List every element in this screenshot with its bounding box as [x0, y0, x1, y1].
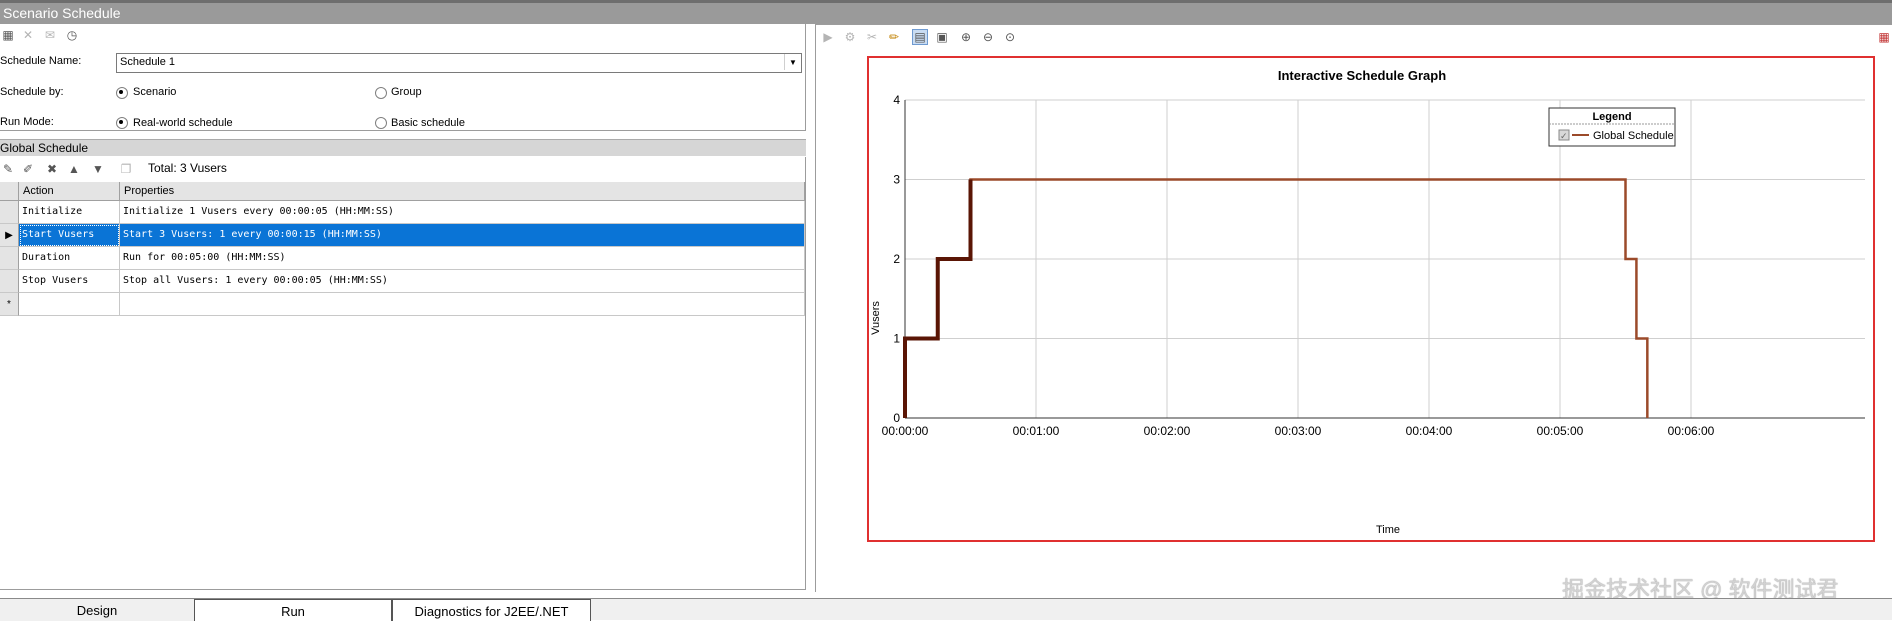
x-tick-label: 00:00:00 [882, 424, 929, 438]
y-tick-label: 4 [893, 93, 900, 107]
schedule-by-scenario-label: Scenario [133, 86, 177, 98]
tab-run[interactable]: Run [194, 599, 392, 621]
y-axis-label: Vusers [870, 301, 882, 335]
arrow-down-icon[interactable]: ▼ [90, 161, 106, 177]
tab-design[interactable]: Design [0, 599, 194, 621]
table-row[interactable]: Stop Vusers Stop all Vusers: 1 every 00:… [0, 270, 805, 293]
x-tick-label: 00:04:00 [1406, 424, 1453, 438]
tab-strip: Design Run Diagnostics for J2EE/.NET [0, 598, 1892, 621]
run-mode-basic-radio[interactable] [375, 117, 387, 129]
properties-cell[interactable] [120, 293, 805, 316]
row-header[interactable] [0, 270, 19, 293]
edit-action-icon[interactable]: ✐ [20, 161, 36, 177]
properties-cell[interactable]: Start 3 Vusers: 1 every 00:00:15 (HH:MM:… [120, 224, 805, 247]
schedule-name-select[interactable]: Schedule 1 ▼ [116, 53, 802, 73]
properties-cell[interactable]: Initialize 1 Vusers every 00:00:05 (HH:M… [120, 201, 805, 224]
y-tick-label: 0 [893, 411, 900, 425]
legend-title: Legend [1592, 111, 1631, 123]
schedule-graph[interactable]: Interactive Schedule Graph Time Vusers 0… [867, 56, 1875, 542]
column-header-properties[interactable]: Properties [120, 182, 805, 201]
delete-icon[interactable]: ✕ [20, 27, 36, 43]
row-header[interactable] [0, 201, 19, 224]
copy-icon[interactable]: ❐ [118, 161, 134, 177]
action-cell[interactable]: Initialize [19, 201, 120, 224]
actions-grid: Action Properties Initialize Initialize … [0, 182, 806, 590]
chevron-down-icon[interactable]: ▼ [784, 54, 801, 70]
edit-action-icon[interactable]: ⚙ [842, 29, 858, 45]
graph-export-icon[interactable]: ▦ [1876, 29, 1892, 45]
split-icon[interactable]: ✂ [864, 29, 880, 45]
current-row-icon[interactable]: ▶ [0, 224, 19, 247]
x-tick-label: 00:06:00 [1668, 424, 1715, 438]
schedule-by-group-radio[interactable] [375, 87, 387, 99]
zoom-in-icon[interactable]: ⊕ [958, 29, 974, 45]
pencil-icon[interactable]: ✏ [886, 29, 902, 45]
schedule-by-scenario-radio[interactable] [116, 87, 128, 99]
run-mode-basic-label: Basic schedule [391, 117, 465, 129]
fit-icon[interactable]: ▣ [934, 29, 950, 45]
action-cell[interactable] [19, 293, 120, 316]
schedule-by-label: Schedule by: [0, 86, 64, 98]
rename-icon[interactable]: ✉ [42, 27, 58, 43]
y-tick-label: 2 [893, 252, 900, 266]
row-header[interactable] [0, 247, 19, 270]
legend-entry: Global Schedule [1593, 130, 1674, 142]
x-tick-label: 00:01:00 [1013, 424, 1060, 438]
pointer-icon[interactable]: ▶ [820, 29, 836, 45]
run-mode-real-world-label: Real-world schedule [133, 117, 233, 129]
action-cell[interactable]: Duration [19, 247, 120, 270]
window-title-bar: Scenario Schedule [0, 0, 1892, 24]
run-mode-real-world-radio[interactable] [116, 117, 128, 129]
x-tick-label: 00:02:00 [1144, 424, 1191, 438]
view-mode-icon[interactable]: ▤ [912, 29, 928, 45]
zoom-out-icon[interactable]: ⊖ [980, 29, 996, 45]
new-row-marker[interactable]: * [0, 293, 19, 316]
x-tick-label: 00:05:00 [1537, 424, 1584, 438]
arrow-up-icon[interactable]: ▲ [66, 161, 82, 177]
global-schedule-toolbar: ✎ ✐ ✖ ▲ ▼ ❐ Total: 3 Vusers [0, 157, 806, 182]
series-line-highlight[interactable] [903, 179, 973, 419]
schedule-name-value: Schedule 1 [120, 56, 176, 68]
table-row[interactable]: Duration Run for 00:05:00 (HH:MM:SS) [0, 247, 805, 270]
action-cell[interactable]: Stop Vusers [19, 270, 120, 293]
add-action-icon[interactable]: ✎ [0, 161, 16, 177]
graph-svg: Interactive Schedule Graph Time Vusers 0… [870, 68, 1865, 536]
window-title: Scenario Schedule [3, 5, 121, 21]
total-vusers: Total: 3 Vusers [148, 161, 227, 175]
new-schedule-icon[interactable]: ▦ [0, 27, 16, 43]
tab-diagnostics[interactable]: Diagnostics for J2EE/.NET [392, 599, 591, 621]
schedule-name-label: Schedule Name: [0, 55, 82, 67]
series-line-global-schedule[interactable] [903, 178, 1649, 419]
grid-corner [0, 182, 19, 201]
y-tick-label: 1 [893, 332, 900, 346]
run-mode-label: Run Mode: [0, 116, 54, 128]
schedule-form-panel: ▦ ✕ ✉ ◷ Schedule Name: Schedule 1 ▼ Sche… [0, 24, 806, 131]
new-table-row[interactable]: * [0, 293, 805, 316]
table-row[interactable]: Initialize Initialize 1 Vusers every 00:… [0, 201, 805, 224]
chart-title: Interactive Schedule Graph [1278, 68, 1446, 83]
y-tick-label: 3 [893, 173, 900, 187]
properties-cell[interactable]: Stop all Vusers: 1 every 00:00:05 (HH:MM… [120, 270, 805, 293]
properties-cell[interactable]: Run for 00:05:00 (HH:MM:SS) [120, 247, 805, 270]
column-header-action[interactable]: Action [19, 182, 120, 201]
x-tick-label: 00:03:00 [1275, 424, 1322, 438]
global-schedule-header: Global Schedule [0, 139, 806, 156]
schedule-clock-icon[interactable]: ◷ [64, 27, 80, 43]
zoom-reset-icon[interactable]: ⊙ [1002, 29, 1018, 45]
action-cell[interactable]: Start Vusers [19, 224, 120, 247]
schedule-by-group-label: Group [391, 86, 422, 98]
check-icon: ✓ [1560, 132, 1568, 142]
x-axis-label: Time [1376, 524, 1400, 536]
table-row[interactable]: ▶ Start Vusers Start 3 Vusers: 1 every 0… [0, 224, 805, 247]
global-schedule-title: Global Schedule [0, 141, 89, 155]
remove-action-icon[interactable]: ✖ [44, 161, 60, 177]
